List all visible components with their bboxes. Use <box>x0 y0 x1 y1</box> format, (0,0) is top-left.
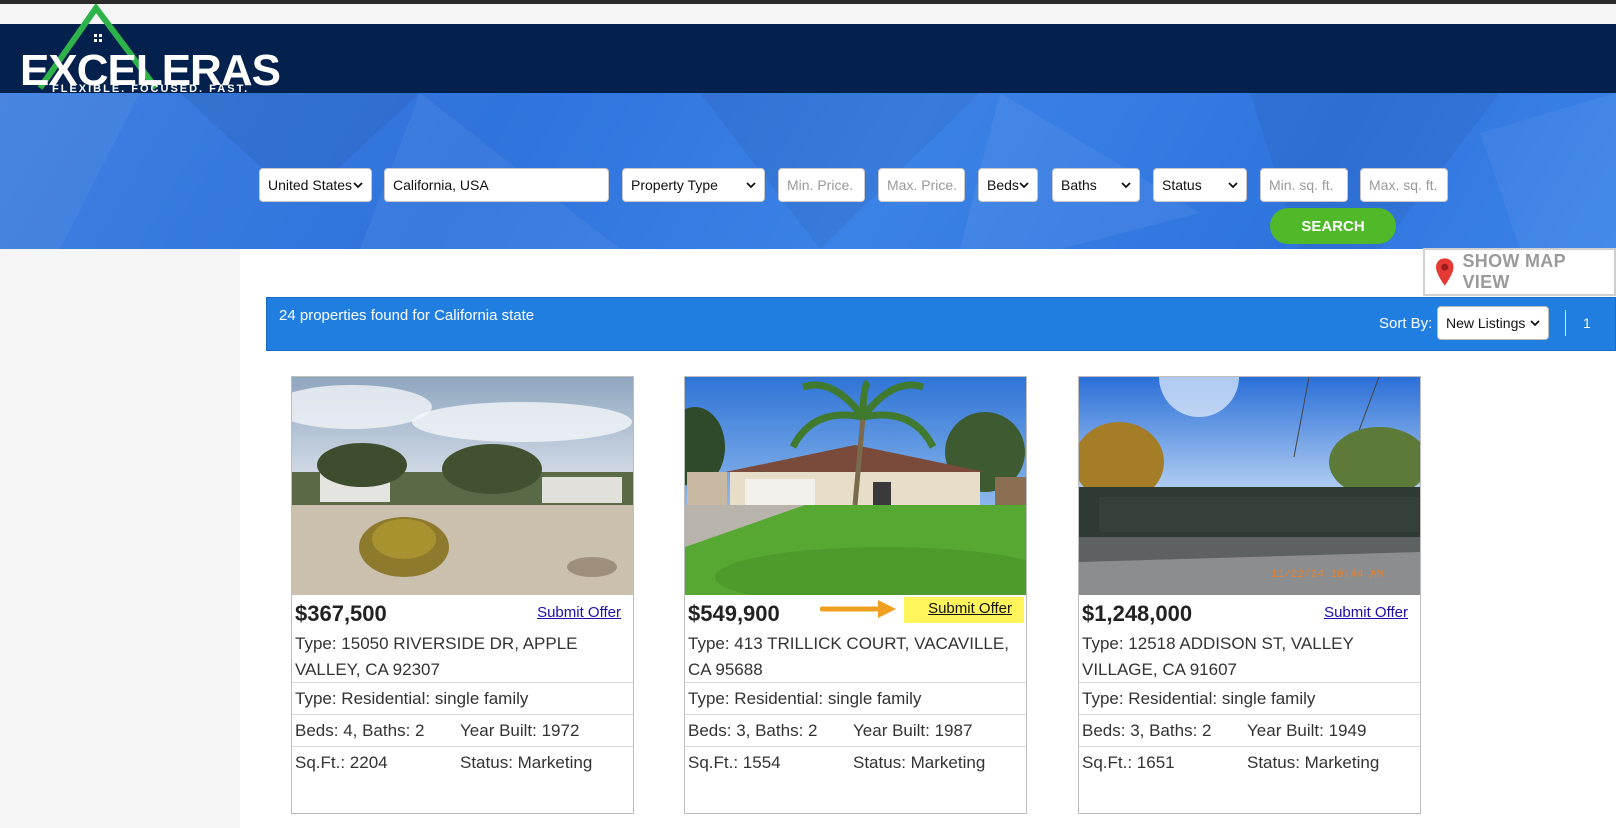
listing-beds-row: Beds: 3, Baths: 2 Year Built: 1949 <box>1079 714 1420 746</box>
beds-select-value: Beds <box>987 177 1019 193</box>
listing-card[interactable]: $367,500 Submit Offer Type: 15050 RIVERS… <box>291 376 634 814</box>
location-input[interactable] <box>393 177 600 193</box>
search-button[interactable]: SEARCH <box>1270 208 1396 244</box>
listing-photo[interactable] <box>292 377 633 595</box>
listing-status: Status: Marketing <box>460 753 593 772</box>
left-sidebar-area <box>0 249 240 828</box>
listing-sqft: Sq.Ft.: 2204 <box>295 753 388 772</box>
baths-select-value: Baths <box>1061 177 1097 193</box>
submit-offer-link[interactable]: Submit Offer <box>904 597 1024 623</box>
listing-price: $549,900 <box>688 601 780 626</box>
pagination-divider <box>1565 310 1566 336</box>
listing-status: Status: Marketing <box>1247 753 1380 772</box>
listing-beds-row: Beds: 3, Baths: 2 Year Built: 1987 <box>685 714 1026 746</box>
listing-status: Status: Marketing <box>853 753 986 772</box>
listing-sqft: Sq.Ft.: 1651 <box>1082 753 1175 772</box>
property-type-select[interactable]: Property Type <box>622 168 765 202</box>
country-select-value: United States <box>268 177 353 193</box>
chevron-down-icon <box>1530 320 1540 327</box>
listing-type-row: Type: Residential: single family <box>1079 682 1420 714</box>
sort-by-select[interactable]: New Listings <box>1437 306 1549 340</box>
brand-logo[interactable]: EXCELERAS FLEXIBLE. FOCUSED. FAST. <box>18 4 281 95</box>
min-price-field[interactable] <box>778 168 865 202</box>
results-count: 24 properties found for California state <box>279 307 535 324</box>
pagination-page-1[interactable]: 1 <box>1583 315 1591 331</box>
listing-beds-baths: Beds: 4, Baths: 2 <box>295 721 425 740</box>
max-sqft-field[interactable] <box>1360 168 1448 202</box>
show-map-view-button[interactable]: SHOW MAP VIEW <box>1423 248 1616 296</box>
beds-select[interactable]: Beds <box>978 168 1038 202</box>
listing-sqft-row: Sq.Ft.: 1651 Status: Marketing <box>1079 746 1420 778</box>
status-select[interactable]: Status <box>1153 168 1247 202</box>
listing-type-row: Type: Residential: single family <box>292 682 633 714</box>
max-sqft-input[interactable] <box>1369 177 1439 193</box>
listing-card[interactable]: 11/22/24 10:44 AM $1,248,000 Submit Offe… <box>1078 376 1421 814</box>
chevron-down-icon <box>1228 182 1238 189</box>
min-sqft-field[interactable] <box>1260 168 1348 202</box>
listing-address: Type: 15050 RIVERSIDE DR, APPLE VALLEY, … <box>295 634 578 679</box>
highlight-arrow-icon <box>820 600 896 618</box>
listing-beds-baths: Beds: 3, Baths: 2 <box>688 721 818 740</box>
results-toolbar: 24 properties found for California state… <box>266 297 1616 351</box>
listing-type: Type: Residential: single family <box>1082 689 1316 708</box>
sort-by-label: Sort By: <box>1379 315 1433 332</box>
listing-beds-row: Beds: 4, Baths: 2 Year Built: 1972 <box>292 714 633 746</box>
listing-year-built: Year Built: 1972 <box>460 721 580 740</box>
submit-offer-link[interactable]: Submit Offer <box>1324 604 1408 621</box>
country-select[interactable]: United States <box>259 168 372 202</box>
chevron-down-icon <box>353 182 363 189</box>
chevron-down-icon <box>1019 182 1029 189</box>
photo-timestamp: 11/22/24 10:44 AM <box>1271 569 1383 581</box>
sort-by-value: New Listings <box>1446 315 1526 331</box>
listing-price: $1,248,000 <box>1082 601 1193 626</box>
status-select-value: Status <box>1162 177 1202 193</box>
listing-photo[interactable] <box>685 377 1026 595</box>
min-price-input[interactable] <box>787 177 856 193</box>
max-price-field[interactable] <box>878 168 965 202</box>
show-map-view-label: SHOW MAP VIEW <box>1462 251 1566 292</box>
min-sqft-input[interactable] <box>1269 177 1339 193</box>
chevron-down-icon <box>1121 182 1131 189</box>
listing-address: Type: 413 TRILLICK COURT, VACAVILLE, CA … <box>688 634 1009 679</box>
location-input-wrap[interactable] <box>384 168 609 202</box>
listing-year-built: Year Built: 1949 <box>1247 721 1367 740</box>
property-type-value: Property Type <box>631 177 718 193</box>
listing-type: Type: Residential: single family <box>688 689 922 708</box>
listing-price: $367,500 <box>295 601 387 626</box>
baths-select[interactable]: Baths <box>1052 168 1140 202</box>
listing-address: Type: 12518 ADDISON ST, VALLEY VILLAGE, … <box>1082 634 1354 679</box>
listing-type: Type: Residential: single family <box>295 689 529 708</box>
listing-photo[interactable]: 11/22/24 10:44 AM <box>1079 377 1420 595</box>
listing-sqft: Sq.Ft.: 1554 <box>688 753 781 772</box>
listing-sqft-row: Sq.Ft.: 1554 Status: Marketing <box>685 746 1026 778</box>
listing-type-row: Type: Residential: single family <box>685 682 1026 714</box>
listing-sqft-row: Sq.Ft.: 2204 Status: Marketing <box>292 746 633 778</box>
chevron-down-icon <box>746 182 756 189</box>
listing-year-built: Year Built: 1987 <box>853 721 973 740</box>
max-price-input[interactable] <box>887 177 956 193</box>
submit-offer-link[interactable]: Submit Offer <box>537 604 621 621</box>
listing-beds-baths: Beds: 3, Baths: 2 <box>1082 721 1212 740</box>
listing-card[interactable]: $549,900 Submit Offer Type: 413 TRILLICK… <box>684 376 1027 814</box>
map-pin-icon <box>1435 258 1454 286</box>
